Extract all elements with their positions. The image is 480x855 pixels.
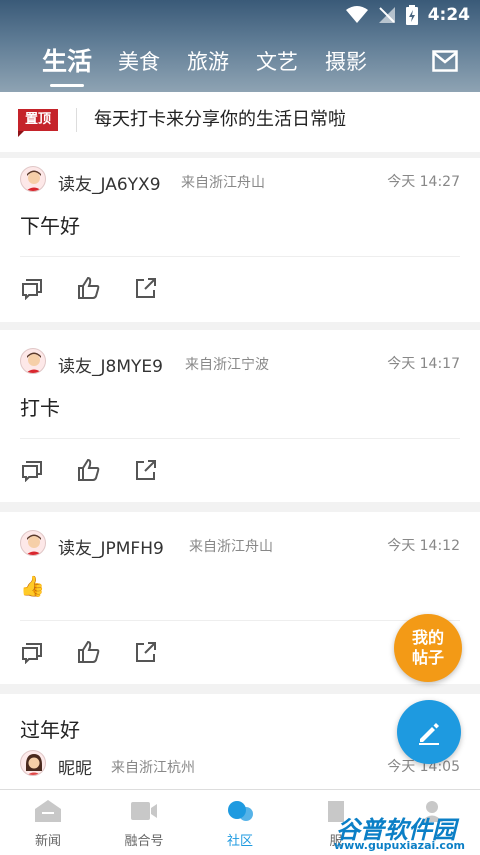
post-actions	[20, 458, 158, 482]
post-content[interactable]: 过年好	[20, 714, 80, 743]
pinned-badge: 置顶	[18, 109, 58, 137]
tab-food[interactable]: 美食	[118, 44, 160, 80]
username[interactable]: 读友_JPMFH9	[58, 534, 164, 559]
avatar[interactable]	[20, 530, 46, 556]
username[interactable]: 昵昵	[58, 754, 92, 779]
watermark: 谷普软件园 www.gupuxiazai.com	[332, 810, 478, 854]
pinned-text[interactable]: 每天打卡来分享你的生活日常啦	[94, 108, 346, 132]
nav-label: 融合号	[124, 834, 164, 849]
community-icon	[228, 801, 253, 821]
tab-photography[interactable]: 摄影	[325, 44, 367, 80]
nav-label: 社区	[226, 834, 253, 849]
divider	[20, 620, 460, 621]
top-header: 4:24 生活 美食 旅游 文艺 摄影	[0, 0, 480, 92]
tab-travel[interactable]: 旅游	[187, 44, 229, 80]
location: 来自浙江杭州	[111, 760, 195, 776]
no-signal-icon	[378, 7, 395, 23]
divider	[20, 438, 460, 439]
tab-life[interactable]: 生活	[42, 44, 92, 80]
mail-icon[interactable]	[432, 50, 458, 72]
battery-icon	[405, 5, 418, 25]
nav-label: 新闻	[34, 834, 61, 849]
post-actions	[20, 276, 158, 300]
post-card[interactable]: 读友_J8MYE9 来自浙江宁波 今天 14:17 打卡	[0, 330, 480, 502]
post-card[interactable]: 读友_JA6YX9 来自浙江舟山 今天 14:27 下午好	[0, 158, 480, 322]
news-icon	[35, 800, 61, 822]
active-tab-indicator	[50, 84, 84, 87]
post-content[interactable]: 打卡	[20, 392, 60, 421]
post-actions	[20, 640, 158, 664]
avatar[interactable]	[20, 166, 46, 192]
post-time: 今天 14:27	[387, 174, 460, 190]
post-content[interactable]: 下午好	[20, 210, 80, 239]
nav-media[interactable]: 融合号	[96, 790, 192, 855]
share-icon[interactable]	[134, 276, 158, 300]
location: 来自浙江舟山	[181, 175, 265, 191]
nav-community[interactable]: 社区	[192, 790, 288, 855]
watermark-url: www.gupuxiazai.com	[334, 839, 465, 852]
comment-icon[interactable]	[20, 640, 44, 664]
comment-icon[interactable]	[20, 458, 44, 482]
avatar[interactable]	[20, 750, 46, 776]
username[interactable]: 读友_J8MYE9	[58, 352, 163, 377]
location: 来自浙江舟山	[189, 539, 273, 555]
clock: 4:24	[427, 5, 470, 25]
location: 来自浙江宁波	[185, 357, 269, 373]
status-bar: 4:24	[0, 0, 480, 32]
divider	[76, 108, 77, 132]
wifi-icon	[345, 6, 368, 23]
pencil-icon	[419, 723, 439, 745]
my-posts-button[interactable]: 我的 帖子	[394, 614, 462, 682]
share-icon[interactable]	[134, 640, 158, 664]
video-icon	[131, 802, 157, 820]
username[interactable]: 读友_JA6YX9	[58, 170, 161, 195]
divider	[20, 256, 460, 257]
like-icon[interactable]	[77, 640, 101, 664]
nav-news[interactable]: 新闻	[0, 790, 96, 855]
tab-arts[interactable]: 文艺	[256, 44, 298, 80]
like-icon[interactable]	[77, 458, 101, 482]
like-icon[interactable]	[77, 276, 101, 300]
category-tabs: 生活 美食 旅游 文艺 摄影	[0, 44, 480, 84]
avatar[interactable]	[20, 348, 46, 374]
comment-icon[interactable]	[20, 276, 44, 300]
post-time: 今天 14:17	[387, 356, 460, 372]
post-time: 今天 14:12	[387, 538, 460, 554]
share-icon[interactable]	[134, 458, 158, 482]
compose-button[interactable]	[397, 700, 461, 764]
post-content[interactable]: 👍	[20, 574, 45, 598]
